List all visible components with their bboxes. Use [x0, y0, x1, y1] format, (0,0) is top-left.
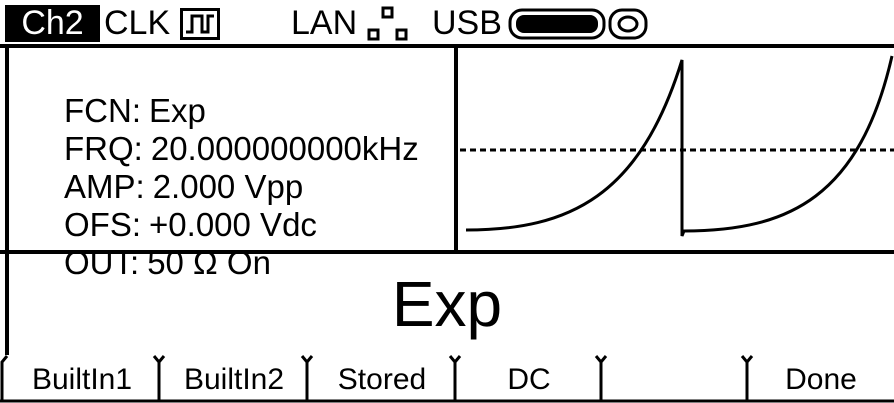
- softkey-stored[interactable]: Stored: [310, 360, 454, 400]
- status-bar: Ch2 CLK LAN USB: [0, 0, 894, 44]
- softkey-done[interactable]: Done: [750, 360, 892, 400]
- lan-label: LAN: [291, 4, 358, 42]
- clk-label: CLK: [104, 4, 171, 42]
- network-icon: [367, 6, 408, 41]
- exp-waveform-preview: [460, 55, 894, 237]
- softkey-bar: BuiltIn1 BuiltIn2 Stored DC Done: [0, 352, 894, 403]
- waveform-trace: [465, 55, 894, 237]
- channel-badge[interactable]: Ch2: [5, 5, 100, 42]
- softkey-blank[interactable]: [604, 360, 746, 400]
- softkey-dc[interactable]: DC: [458, 360, 600, 400]
- usb-drive-icon: [508, 8, 648, 40]
- panel-divider: [454, 44, 458, 254]
- usb-label: USB: [432, 4, 502, 42]
- softkey-builtin1[interactable]: BuiltIn1: [6, 360, 158, 400]
- function-title: Exp: [391, 268, 503, 340]
- generator-display: Ch2 CLK LAN USB FCN: Exp FRQ: 20.00000000: [0, 0, 894, 403]
- square-wave-icon: [180, 8, 220, 40]
- softkey-builtin2[interactable]: BuiltIn2: [162, 360, 306, 400]
